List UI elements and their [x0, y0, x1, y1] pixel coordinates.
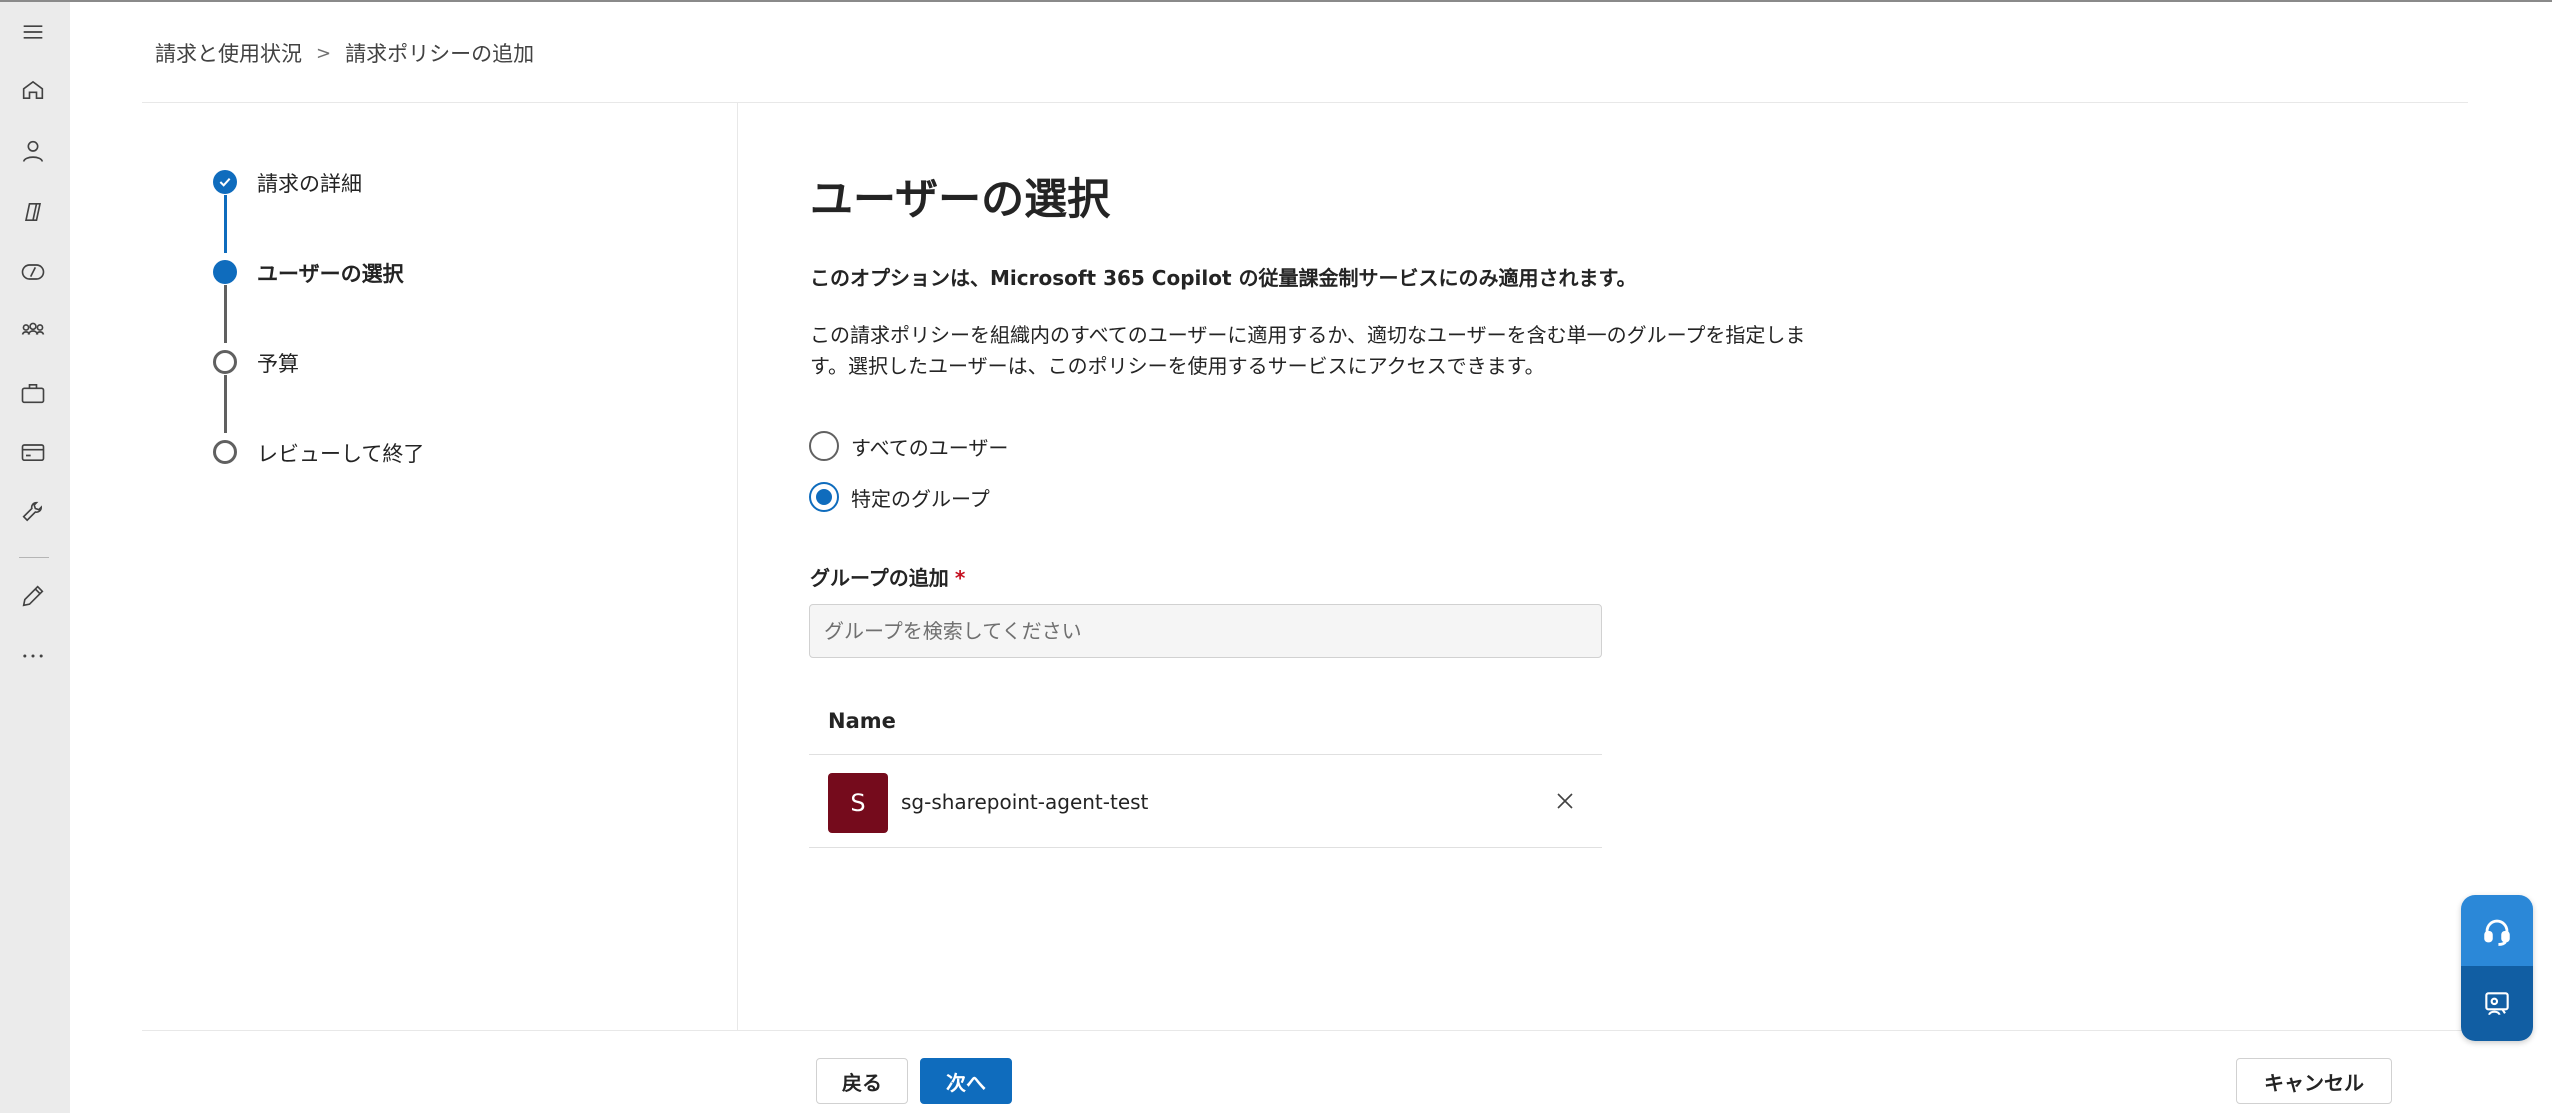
column-header-name[interactable]: Name — [828, 709, 896, 733]
required-mark: * — [954, 566, 966, 590]
breadcrumb-current: 請求ポリシーの追加 — [345, 42, 535, 66]
add-group-label: グループの追加 * — [810, 562, 965, 591]
wrench-icon[interactable] — [17, 496, 49, 528]
description-text: この請求ポリシーを組織内のすべてのユーザーに適用するか、適切なユーザーを含む単一… — [810, 323, 1806, 378]
cancel-button[interactable]: キャンセル — [2236, 1058, 2392, 1104]
menu-icon[interactable] — [17, 16, 49, 48]
breadcrumb-billing-usage[interactable]: 請求と使用状況 — [155, 38, 302, 68]
radio-button[interactable] — [809, 431, 839, 461]
radio-button-checked[interactable] — [809, 482, 839, 512]
back-button[interactable]: 戻る — [816, 1058, 908, 1104]
table-header: Name — [809, 695, 1602, 755]
left-nav-rail — [0, 2, 70, 1113]
rail-separator — [19, 557, 49, 558]
step-pending-dot — [213, 350, 237, 374]
step-pending-dot — [213, 440, 237, 464]
add-group-label-text: グループの追加 — [810, 566, 949, 590]
avatar: S — [828, 773, 888, 833]
chevron-right-icon: > — [316, 42, 332, 64]
step-connector — [224, 375, 227, 433]
window-top-border — [0, 0, 2552, 2]
headset-icon[interactable] — [2461, 895, 2533, 966]
copilot-icon[interactable] — [17, 196, 49, 228]
pencil-icon[interactable] — [17, 580, 49, 612]
step-done-check-icon — [213, 170, 237, 194]
group-name: sg-sharepoint-agent-test — [901, 790, 1149, 814]
teams-icon[interactable] — [17, 315, 49, 347]
stepper-divider — [737, 103, 738, 1030]
feedback-chat-icon[interactable] — [2461, 966, 2533, 1041]
agents-icon[interactable] — [17, 256, 49, 288]
footer-divider — [142, 1030, 2468, 1031]
group-search-input[interactable] — [809, 604, 1602, 658]
breadcrumb: 請求と使用状況 > 請求ポリシーの追加 — [155, 38, 534, 68]
radio-specific-group[interactable]: 特定のグループ — [809, 482, 990, 512]
home-icon[interactable] — [17, 74, 49, 106]
step-budget: 予算 — [257, 352, 299, 376]
next-button[interactable]: 次へ — [920, 1058, 1012, 1104]
table-row: S sg-sharepoint-agent-test — [809, 756, 1602, 848]
user-icon[interactable] — [17, 135, 49, 167]
step-connector — [224, 285, 227, 343]
radio-all-users[interactable]: すべてのユーザー — [809, 431, 1008, 461]
step-connector — [224, 195, 227, 253]
radio-label: すべてのユーザー — [851, 435, 1009, 460]
briefcase-icon[interactable] — [17, 377, 49, 409]
billing-card-icon[interactable] — [17, 436, 49, 468]
radio-label: 特定のグループ — [851, 486, 990, 511]
step-billing-details[interactable]: 請求の詳細 — [257, 168, 362, 198]
step-review-finish: レビューして終了 — [257, 442, 425, 466]
step-current-dot — [213, 260, 237, 284]
close-icon[interactable] — [1550, 786, 1580, 816]
notice-text: このオプションは、Microsoft 365 Copilot の従量課金制サービ… — [810, 266, 1637, 290]
more-icon[interactable] — [17, 640, 49, 672]
header-divider — [142, 102, 2468, 103]
floating-help-panel — [2461, 895, 2533, 1041]
page-title: ユーザーの選択 — [810, 175, 1111, 225]
step-select-users[interactable]: ユーザーの選択 — [257, 258, 404, 288]
